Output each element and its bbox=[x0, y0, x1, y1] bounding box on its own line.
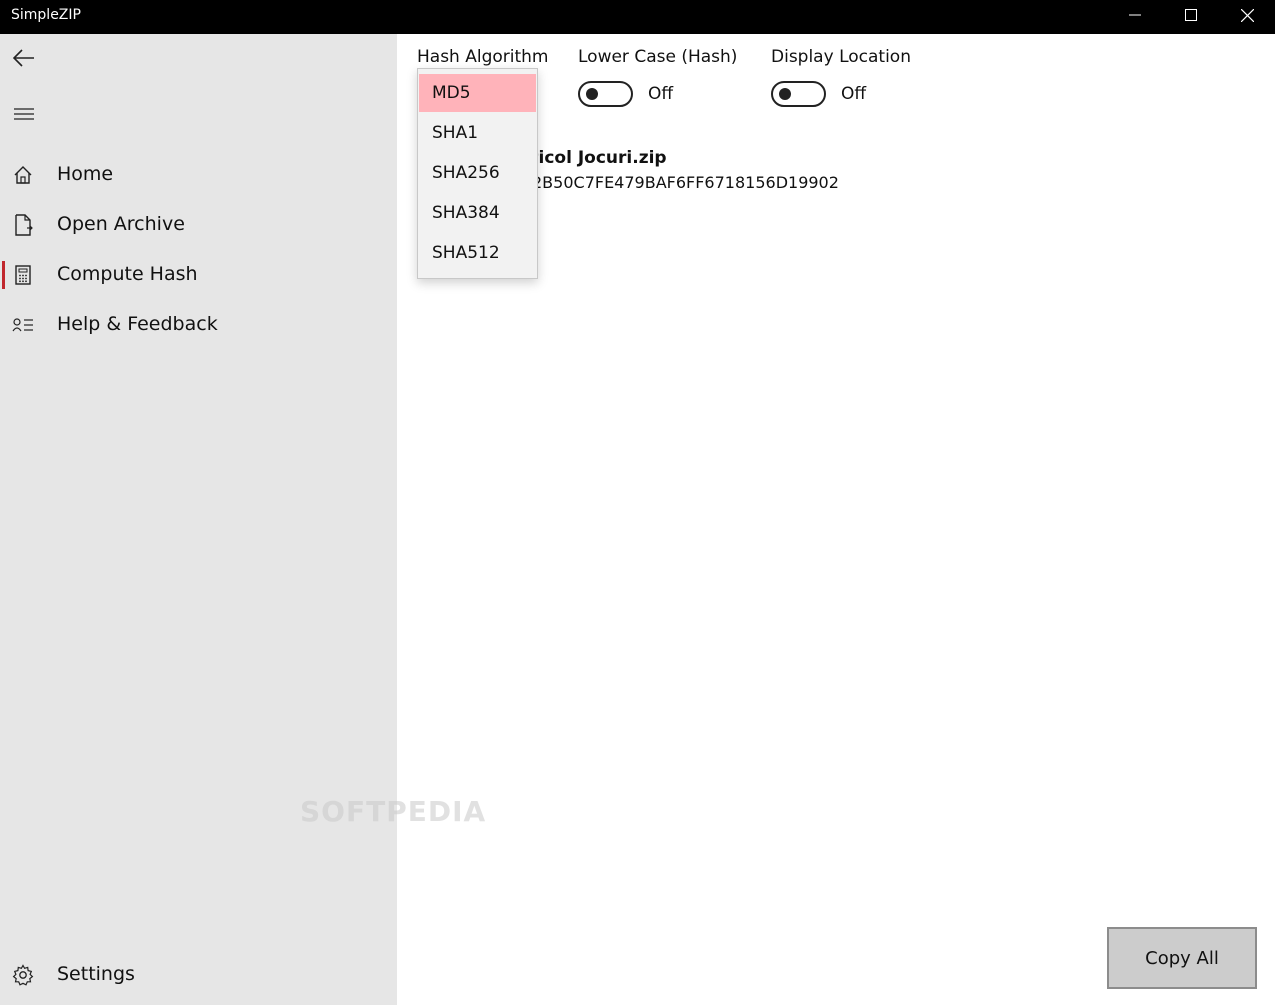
result-hash-value[interactable]: 2B50C7FE479BAF6FF6718156D19902 bbox=[532, 173, 839, 192]
maximize-button[interactable] bbox=[1163, 0, 1219, 30]
settings-label: Settings bbox=[57, 963, 135, 985]
close-icon bbox=[1240, 8, 1254, 22]
nav-item-help-feedback[interactable]: Help & Feedback bbox=[0, 303, 397, 347]
dropdown-option-md5[interactable]: MD5 bbox=[419, 74, 536, 112]
nav-item-label: Home bbox=[57, 163, 114, 185]
nav-item-label: Compute Hash bbox=[57, 263, 198, 285]
hash-algorithm-label: Hash Algorithm bbox=[417, 47, 549, 67]
nav-item-compute-hash[interactable]: Compute Hash bbox=[0, 253, 397, 297]
selection-indicator bbox=[2, 261, 5, 289]
open-file-icon bbox=[11, 213, 35, 237]
nav-item-settings[interactable]: Settings bbox=[0, 953, 397, 997]
window-title: SimpleZIP bbox=[11, 7, 81, 23]
maximize-icon bbox=[1185, 9, 1197, 21]
title-bar: SimpleZIP bbox=[0, 0, 1275, 34]
display-location-toggle[interactable] bbox=[771, 81, 826, 107]
dropdown-option-sha512[interactable]: SHA512 bbox=[419, 234, 536, 272]
lower-case-state: Off bbox=[648, 84, 674, 104]
back-arrow-icon bbox=[13, 49, 34, 67]
toggle-knob bbox=[779, 88, 791, 100]
nav-item-label: Open Archive bbox=[57, 213, 185, 235]
dropdown-option-sha256[interactable]: SHA256 bbox=[419, 154, 536, 192]
calculator-icon bbox=[11, 263, 35, 287]
back-button[interactable] bbox=[0, 34, 48, 82]
gear-icon bbox=[11, 963, 35, 987]
nav-item-open-archive[interactable]: Open Archive bbox=[0, 203, 397, 247]
dropdown-option-sha1[interactable]: SHA1 bbox=[419, 114, 536, 152]
lower-case-label: Lower Case (Hash) bbox=[578, 47, 738, 67]
home-icon bbox=[11, 163, 35, 187]
feedback-icon bbox=[11, 313, 35, 337]
close-button[interactable] bbox=[1219, 0, 1275, 30]
display-location-label: Display Location bbox=[771, 47, 911, 67]
dropdown-option-sha384[interactable]: SHA384 bbox=[419, 194, 536, 232]
result-file-name: rticol Jocuri.zip bbox=[522, 148, 667, 168]
display-location-state: Off bbox=[841, 84, 867, 104]
hash-algorithm-dropdown-list: MD5 SHA1 SHA256 SHA384 SHA512 bbox=[417, 68, 538, 279]
lower-case-toggle[interactable] bbox=[578, 81, 633, 107]
hamburger-icon bbox=[14, 108, 34, 120]
navigation-pane: Home Open Archive Compute Hash Help & Fe… bbox=[0, 34, 397, 1005]
nav-item-label: Help & Feedback bbox=[57, 313, 218, 335]
nav-item-home[interactable]: Home bbox=[0, 153, 397, 197]
hamburger-menu-button[interactable] bbox=[0, 90, 48, 138]
minimize-icon bbox=[1129, 14, 1141, 16]
minimize-button[interactable] bbox=[1107, 0, 1163, 30]
main-content: Hash Algorithm Lower Case (Hash) Off Dis… bbox=[397, 34, 1275, 1005]
copy-all-button[interactable]: Copy All bbox=[1107, 927, 1257, 989]
watermark-logo: SOFTPEDIA bbox=[300, 795, 487, 828]
toggle-knob bbox=[586, 88, 598, 100]
